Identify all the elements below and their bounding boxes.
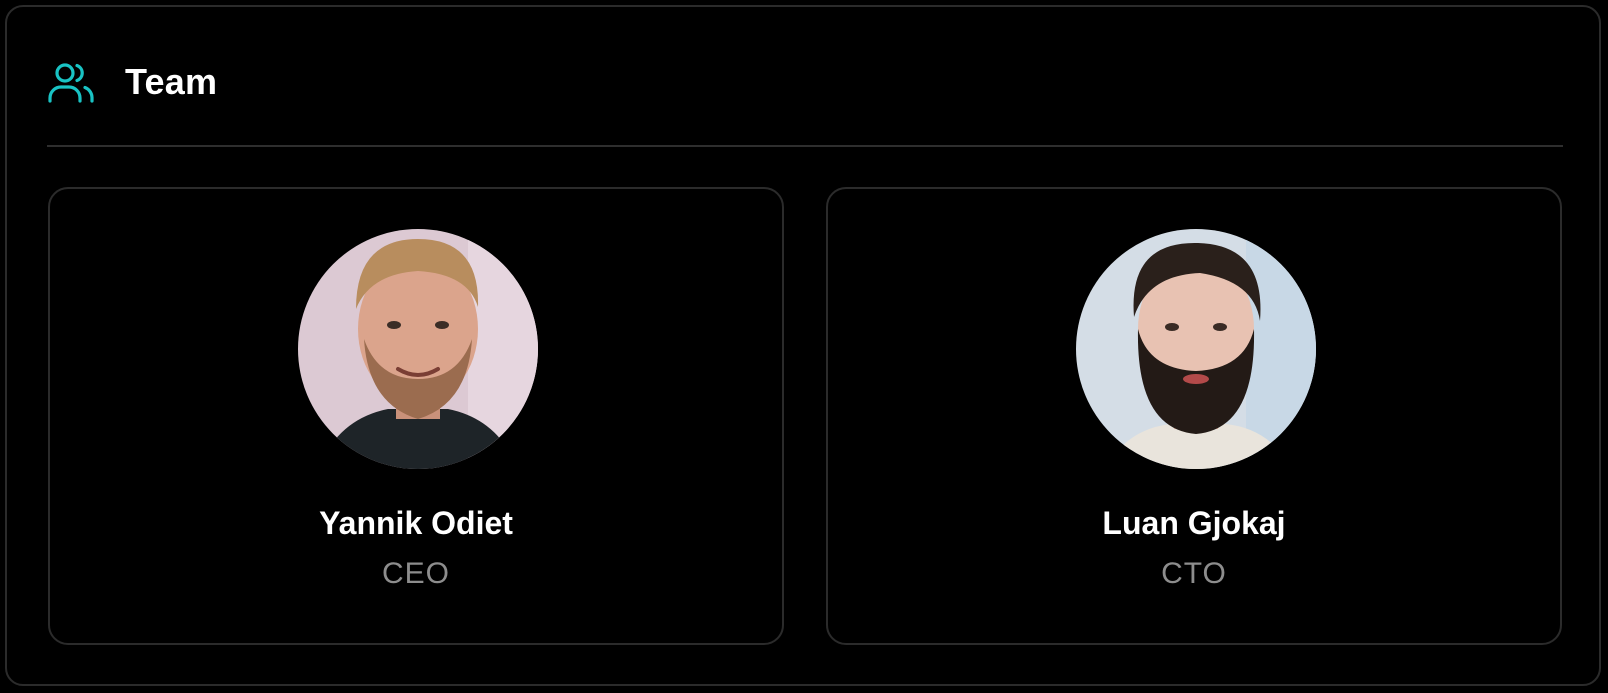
member-role: CTO — [1161, 557, 1227, 590]
panel-header: Team — [47, 52, 217, 112]
portrait-photo — [1076, 229, 1316, 469]
panel-title: Team — [125, 61, 218, 102]
portrait-photo — [298, 229, 538, 469]
avatar — [1076, 229, 1316, 469]
team-panel: Team Yannik Odiet CEO Luan Gjokaj CTO — [5, 5, 1601, 686]
member-role: CEO — [381, 557, 450, 590]
header-divider — [47, 145, 1563, 147]
team-member-card: Yannik Odiet CEO — [48, 187, 784, 645]
users-icon — [48, 63, 94, 103]
team-member-card: Luan Gjokaj CTO — [826, 187, 1562, 645]
member-name: Luan Gjokaj — [1102, 505, 1286, 541]
member-name: Yannik Odiet — [319, 505, 513, 541]
avatar — [298, 229, 538, 469]
